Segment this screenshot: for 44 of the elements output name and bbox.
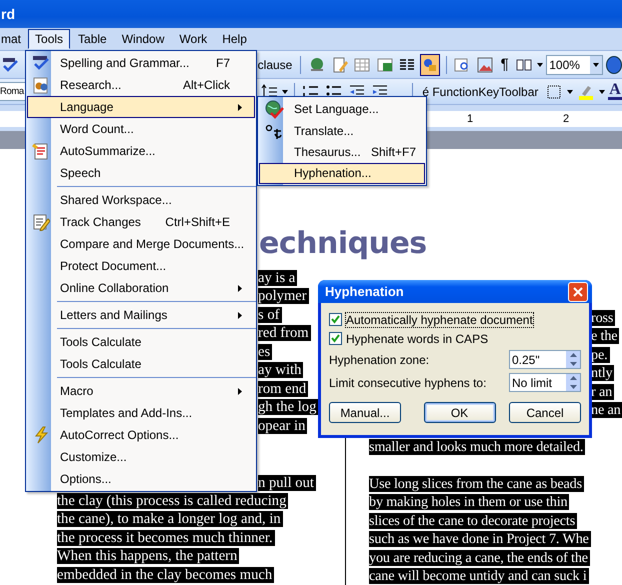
menu-item[interactable]: Tools Calculate <box>27 331 255 353</box>
menu-item[interactable]: Speech <box>27 162 255 184</box>
dialog-title: Hyphenation <box>325 284 404 299</box>
font-color-button[interactable]: A <box>608 83 622 100</box>
menu-item[interactable]: Tools Calculate <box>27 353 255 375</box>
menu-bar-item[interactable]: mat <box>0 29 28 49</box>
menu-item[interactable]: AutoSummarize... <box>27 140 255 162</box>
menu-item[interactable]: Shared Workspace... <box>27 189 255 211</box>
menu-item[interactable]: Thesaurus... Shift+F7 <box>259 141 425 162</box>
menu-item[interactable]: Templates and Add-Ins... <box>27 402 255 424</box>
spinner-field[interactable]: No limit <box>509 373 581 392</box>
window-title: rd <box>0 6 15 22</box>
checkbox-label[interactable]: Automatically hyphenate document <box>346 312 533 326</box>
page-heading: echniques <box>259 227 428 263</box>
menu-item[interactable]: Research... Alt+Click <box>27 74 255 96</box>
spinner-field[interactable]: 0.25" <box>509 350 581 369</box>
checkbox-label[interactable]: Hyphenate words in CAPS <box>346 332 488 346</box>
menu-item[interactable]: Online Collaboration <box>27 277 255 299</box>
menu-item[interactable]: Language <box>27 96 255 118</box>
field-label: Limit consecutive hyphens to: <box>329 376 486 390</box>
menu-item[interactable]: Options... <box>27 468 255 490</box>
dialog-button[interactable]: OK <box>424 402 496 423</box>
menu-item[interactable]: Protect Document... <box>27 255 255 277</box>
menu-bar-item[interactable]: Tools <box>28 29 70 49</box>
menu-item[interactable]: Track Changes Ctrl+Shift+E <box>27 211 255 233</box>
field-label: Hyphenation zone: <box>329 352 430 366</box>
menu-bar-item[interactable]: Work <box>172 29 214 49</box>
menu-item[interactable]: Spelling and Grammar... F7 <box>27 52 255 74</box>
dialog-button[interactable]: Manual... <box>329 402 401 423</box>
menu-item[interactable]: Macro <box>27 380 255 402</box>
toolbar-button[interactable]: clause <box>256 58 294 72</box>
font-field[interactable]: Roma <box>0 82 26 101</box>
menu-item[interactable]: Customize... <box>27 446 255 468</box>
zoom-dropdown[interactable]: 100% <box>546 54 603 74</box>
menu-item[interactable]: Hyphenation... <box>259 162 425 184</box>
dialog-button[interactable]: Cancel <box>509 402 581 423</box>
menu-bar-item[interactable]: Table <box>71 29 114 49</box>
menu-bar-item[interactable]: Help <box>215 29 254 49</box>
menu-item[interactable]: Letters and Mailings <box>27 304 255 326</box>
show-formatting-button[interactable]: ¶ <box>498 56 512 73</box>
toolbar-button[interactable]: é FunctionKeyToolbar <box>419 84 542 98</box>
menu-bar-item[interactable]: Window <box>114 29 172 49</box>
menu-item[interactable]: AutoCorrect Options... <box>27 424 255 446</box>
menu-item[interactable]: Compare and Merge Documents... <box>27 233 255 255</box>
